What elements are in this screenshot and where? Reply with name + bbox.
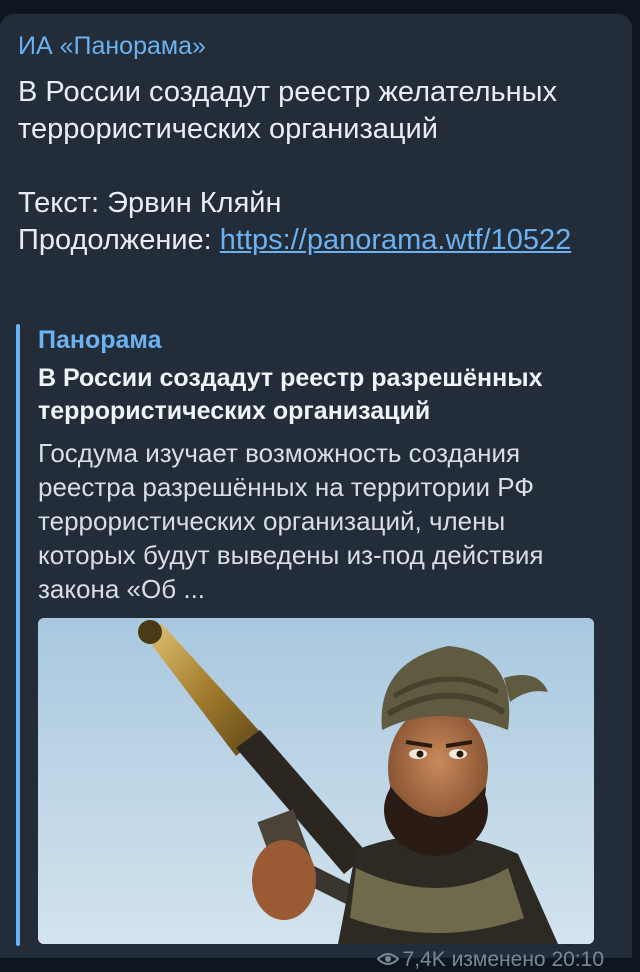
continuation-label: Продолжение: <box>18 224 220 256</box>
armed-man-illustration <box>38 618 594 944</box>
view-count: 7,4K <box>402 947 446 971</box>
post-headline: В России создадут реестр желательных тер… <box>18 76 557 145</box>
edited-time: изменено 20:10 <box>451 947 604 971</box>
preview-title: В России создадут реестр разрешённых тер… <box>38 364 543 425</box>
preview-description: Госдума изучает возможность создания рее… <box>38 438 544 604</box>
message-text: В России создадут реестр желательных тер… <box>18 74 618 259</box>
article-link[interactable]: https://panorama.wtf/10522 <box>220 224 571 256</box>
message-footer: 7,4K изменено 20:10 <box>376 947 604 972</box>
link-preview[interactable]: Панорама В России создадут реестр разреш… <box>16 324 596 946</box>
channel-name[interactable]: ИА «Панорама» <box>18 32 206 61</box>
continuation-line: Продолжение: https://panorama.wtf/10522 <box>18 222 618 259</box>
preview-site-name: Панорама <box>38 326 162 354</box>
preview-image[interactable] <box>38 618 594 944</box>
author-line: Текст: Эрвин Кляйн <box>18 187 282 219</box>
preview-accent-bar <box>16 324 20 946</box>
eye-icon <box>376 948 399 972</box>
channel-message: ИА «Панорама» В России создадут реестр ж… <box>0 14 632 971</box>
